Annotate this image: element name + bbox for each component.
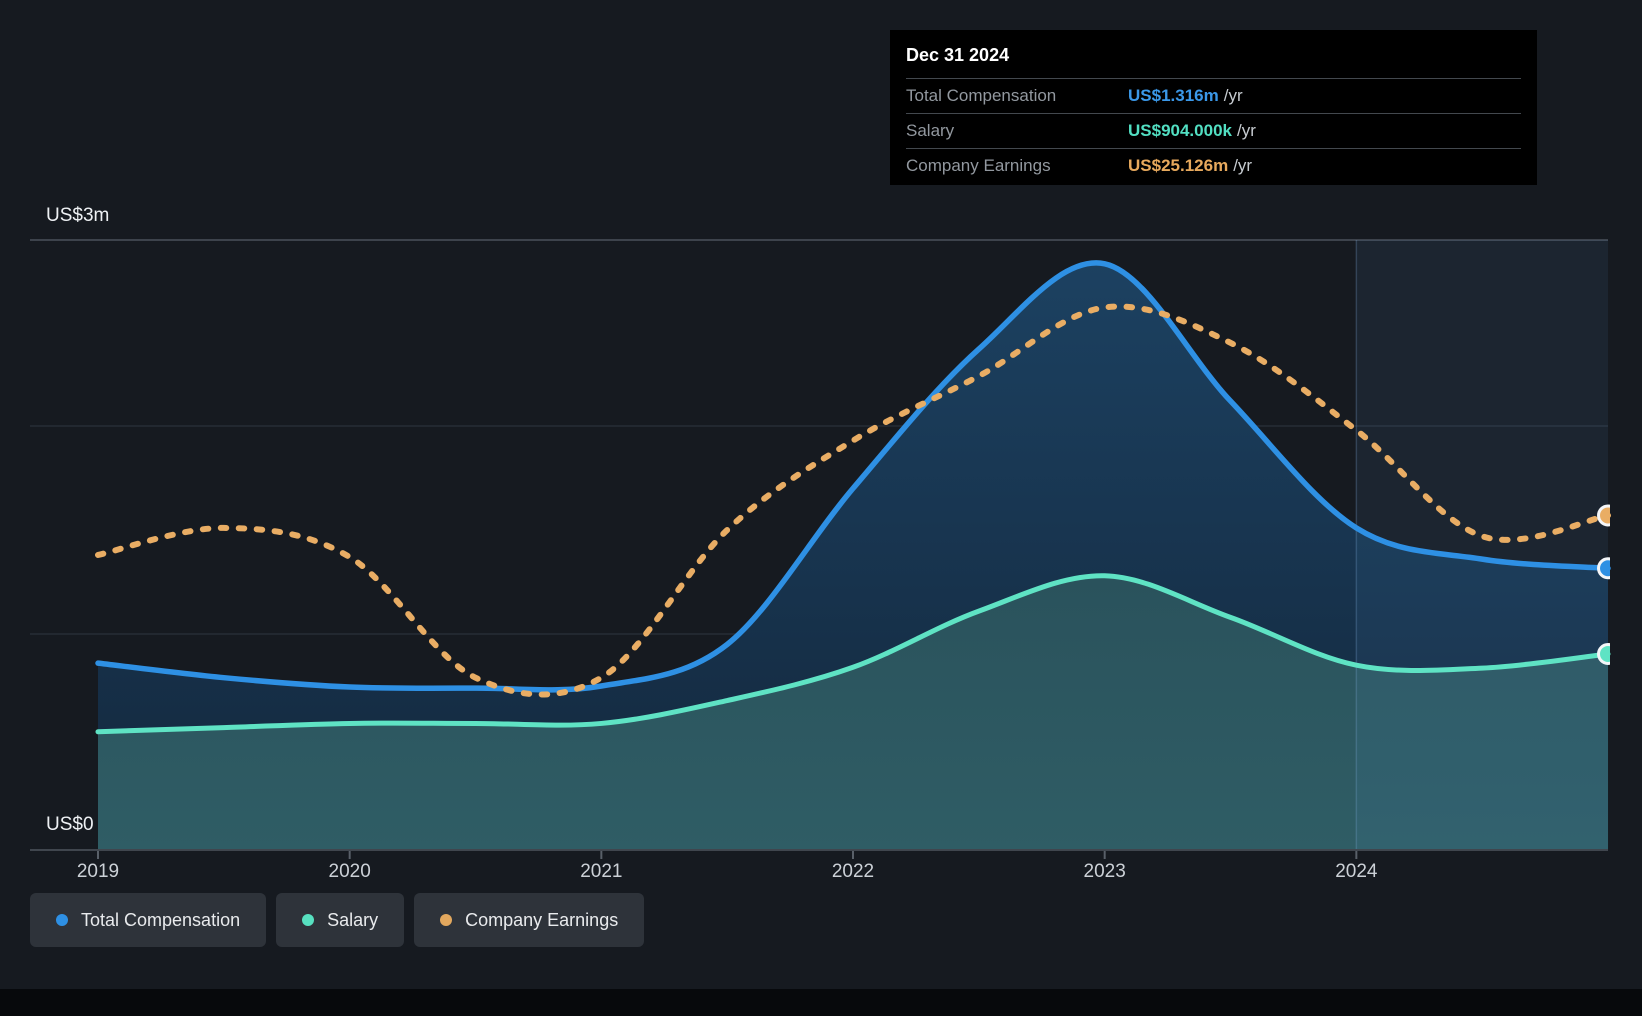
tooltip-date-title: Dec 31 2024 bbox=[906, 45, 1010, 65]
company-earnings-endpoint bbox=[1597, 504, 1610, 527]
bottom-bar bbox=[0, 989, 1642, 1016]
x-year-label: 2022 bbox=[831, 861, 875, 882]
tooltip-row-value: US$1.316m bbox=[1128, 86, 1219, 105]
tooltip-row-unit: /yr bbox=[1233, 156, 1253, 175]
tooltip-row: Salary US$904.000k/yr bbox=[906, 113, 1521, 148]
tooltip-row-label: Company Earnings bbox=[906, 156, 1051, 175]
tooltip-row-value: US$904.000k bbox=[1128, 121, 1232, 140]
x-year-label: 2024 bbox=[1335, 861, 1378, 882]
tooltip-row-unit: /yr bbox=[1236, 121, 1256, 140]
tooltip-row-label: Salary bbox=[906, 121, 955, 140]
x-year-label: 2023 bbox=[1083, 861, 1126, 882]
chart-tooltip: Dec 31 2024 Total Compensation US$1.316m /… bbox=[890, 30, 1537, 185]
salary-endpoint bbox=[1597, 642, 1610, 665]
legend-item-company-earnings[interactable]: Company Earnings bbox=[414, 893, 645, 947]
tooltip-row-label: Total Compensation bbox=[906, 86, 1057, 105]
legend-item-salary[interactable]: Salary bbox=[276, 893, 405, 947]
tooltip-row-unit: /yr bbox=[1223, 86, 1243, 105]
tooltip-row: Total Compensation US$1.316m/yr bbox=[906, 78, 1521, 113]
x-year-label: 2020 bbox=[328, 861, 371, 882]
x-axis-labels: 2019 2020 2021 2022 2023 2024 bbox=[0, 861, 1642, 891]
legend-item-total-compensation[interactable]: Total Compensation bbox=[30, 893, 267, 947]
tooltip-row: Company Earnings US$25.126m/yr bbox=[906, 148, 1521, 183]
x-year-label: 2019 bbox=[76, 861, 120, 882]
x-year-label: 2021 bbox=[580, 861, 623, 882]
tooltip-rows: Total Compensation US$1.316m/yr Salary US$9… bbox=[906, 78, 1521, 183]
y-axis-top-label: US$3m bbox=[46, 205, 110, 226]
chart-legend: Total Compensation Salary Company Earnings bbox=[30, 893, 645, 947]
legend-label: Salary bbox=[327, 909, 379, 930]
compensation-chart-page: US$3m US$0 2019 2020 2021 2022 2023 2024 Dec … bbox=[0, 0, 1642, 1016]
legend-color-dot bbox=[440, 914, 453, 926]
y-axis-bottom-label: US$0 bbox=[46, 814, 94, 835]
legend-color-dot bbox=[56, 914, 68, 926]
total-compensation-endpoint bbox=[1597, 557, 1610, 580]
legend-label: Company Earnings bbox=[465, 909, 619, 930]
legend-color-dot bbox=[302, 914, 315, 926]
tooltip-row-value: US$25.126m bbox=[1128, 156, 1229, 175]
legend-label: Total Compensation bbox=[81, 909, 241, 930]
